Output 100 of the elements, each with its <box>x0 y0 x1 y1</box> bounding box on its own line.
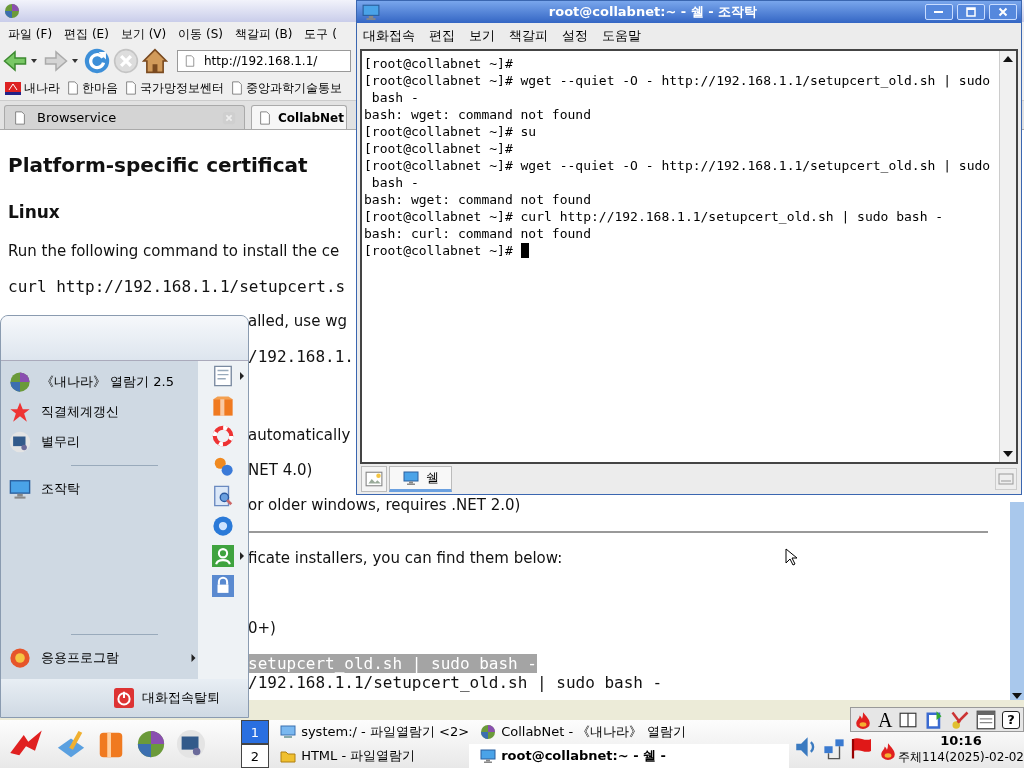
maximize-icon <box>966 7 976 17</box>
monitor-icon <box>9 478 31 500</box>
flame-icon[interactable] <box>879 742 898 760</box>
paragraph: automatically <box>248 425 351 446</box>
paragraph: alled, use wg <box>248 311 347 332</box>
menu-item[interactable]: 《내나라》 열람기 2.5 <box>1 367 198 397</box>
menu-item[interactable]: 별무리 <box>1 427 198 457</box>
window-icon[interactable] <box>976 709 996 730</box>
terminal-line: [root@collabnet ~]# wget --quiet -O - http://192.168.1.1/setupcert_old.sh | sudo <box>364 157 991 174</box>
vertical-scrollbar[interactable] <box>1010 502 1024 700</box>
lifebuoy-icon[interactable] <box>212 425 234 447</box>
font-button[interactable]: A <box>877 709 893 730</box>
maximize-button[interactable] <box>957 4 985 20</box>
monitor-icon <box>361 3 381 21</box>
terminal-line: [root@collabnet ~]# su <box>364 123 537 140</box>
person-icon[interactable] <box>212 545 234 567</box>
terminal-line: bash: wget: command not found <box>364 191 591 208</box>
document-icon[interactable] <box>212 365 234 387</box>
address-field[interactable]: http://192.168.1.1/ <box>177 50 351 72</box>
globe-icon <box>4 3 20 19</box>
menu-item[interactable]: 파일 (F) <box>8 25 53 43</box>
taskbar-button[interactable]: system:/ - 파일열람기 <2> <box>269 720 470 744</box>
menu-item[interactable]: 책갈피 (B) <box>235 25 293 43</box>
down-arrow-icon[interactable] <box>1011 692 1023 700</box>
page-icon <box>230 80 244 96</box>
menu-item[interactable]: 책갈피 <box>509 27 548 45</box>
vertical-scrollbar[interactable] <box>999 51 1016 462</box>
menu-item[interactable]: 보기 (V) <box>120 25 167 43</box>
keyboard-icon <box>998 471 1014 487</box>
page-heading: Platform-specific certificat <box>8 152 308 179</box>
terminal-line: [root@collabnet ~]# <box>364 140 513 157</box>
box-icon[interactable] <box>212 395 234 417</box>
menu-item[interactable]: 설정 <box>562 27 588 45</box>
menu-item[interactable]: 응용프로그람 <box>1 643 198 673</box>
down-arrow-icon[interactable] <box>1002 450 1014 458</box>
computer-icon <box>279 724 298 740</box>
home-icon[interactable] <box>142 48 168 74</box>
terminal-line: bash - <box>370 89 419 106</box>
bookmark-item[interactable]: 중앙과학기술통보 <box>230 79 342 97</box>
tab[interactable]: Browservice <box>4 105 245 129</box>
new-tab-button[interactable] <box>361 466 387 492</box>
close-icon <box>998 7 1008 17</box>
clock-time: 10:16 <box>940 733 982 748</box>
star-icon <box>9 401 31 423</box>
network-icon[interactable] <box>823 738 846 760</box>
menu-item[interactable]: 편집 <box>429 27 455 45</box>
menu-item[interactable]: 도움말 <box>602 27 641 45</box>
menu-item[interactable]: 도구 ( <box>304 25 337 43</box>
caret-icon[interactable] <box>72 59 78 63</box>
menu-item[interactable]: 대화접속 <box>363 27 415 45</box>
code-line: /192.168.1. <box>248 346 354 368</box>
pencil-icon[interactable] <box>56 729 86 759</box>
scissors-icon[interactable] <box>950 709 971 730</box>
menu-item[interactable]: 조작탁 <box>1 474 198 504</box>
caret-icon[interactable] <box>31 59 37 63</box>
page-icon <box>124 80 138 96</box>
terminal-line: [root@collabnet ~]# <box>364 242 514 259</box>
code-line: /192.168.1.1/setupcert_old.sh | sudo bash - <box>248 673 663 692</box>
up-arrow-icon[interactable] <box>1002 55 1014 63</box>
taskbar-button[interactable]: CollabNet - 《내나라》 열람기 <box>469 720 790 744</box>
globe-icon <box>9 371 31 393</box>
page-icon <box>66 80 80 96</box>
columns-icon[interactable] <box>898 710 919 729</box>
submenu-arrow-icon <box>191 654 196 662</box>
taskbar-button[interactable]: root@collabnet:~ - 쉘 - <box>469 744 790 768</box>
submenu-arrow-icon <box>240 552 244 560</box>
globe-icon[interactable] <box>136 729 166 759</box>
menu-item[interactable]: 이동 (S) <box>178 25 224 43</box>
bookmark-item[interactable]: 한마음 <box>66 79 118 97</box>
taskbar-button[interactable]: HTML - 파일열람기 <box>269 744 470 768</box>
terminal-line: bash - <box>370 174 419 191</box>
paragraph: 0+) <box>248 618 276 639</box>
globe-icon <box>479 724 498 740</box>
menu-item[interactable]: 보기 <box>469 27 495 45</box>
tab[interactable]: 쉘 <box>389 466 452 492</box>
help-button[interactable]: ? <box>1001 710 1020 729</box>
back-arrow-icon[interactable] <box>2 49 28 73</box>
reload-icon[interactable] <box>84 48 110 74</box>
bookmark-item[interactable]: 국가망정보쎈터 <box>124 79 224 97</box>
picture-frame-icon <box>365 470 383 488</box>
desktop-switch[interactable]: 2 <box>240 744 270 768</box>
lock-icon[interactable] <box>212 575 234 597</box>
close-button[interactable] <box>989 4 1017 20</box>
flame-icon[interactable] <box>853 710 872 729</box>
minimize-button[interactable] <box>925 4 953 20</box>
bookmark-item[interactable]: 내나라 <box>4 79 60 97</box>
page-icon <box>13 109 27 126</box>
minimize-icon <box>934 11 944 13</box>
clock-date: 주체114(2025)-02-02 <box>898 749 1024 766</box>
terminal-line: bash: wget: command not found <box>364 106 591 123</box>
menu-item[interactable]: 직결체계갱신 <box>1 397 198 427</box>
desktop-switch[interactable]: 1 <box>240 720 270 744</box>
paragraph: ficate installers, you can find them below: <box>248 548 563 569</box>
section-heading: Linux <box>8 201 60 224</box>
menu-item[interactable]: 편집 (E) <box>64 25 109 43</box>
tab[interactable]: CollabNet <box>251 105 347 129</box>
search-icon[interactable] <box>212 485 234 507</box>
page-icon <box>184 54 196 68</box>
terminal-line: [root@collabnet ~]# wget --quiet -O - http://192.168.1.1/setupcert_old.sh | sudo <box>364 72 991 89</box>
code-line: curl http://192.168.1.1/setupcert.s <box>8 276 346 298</box>
